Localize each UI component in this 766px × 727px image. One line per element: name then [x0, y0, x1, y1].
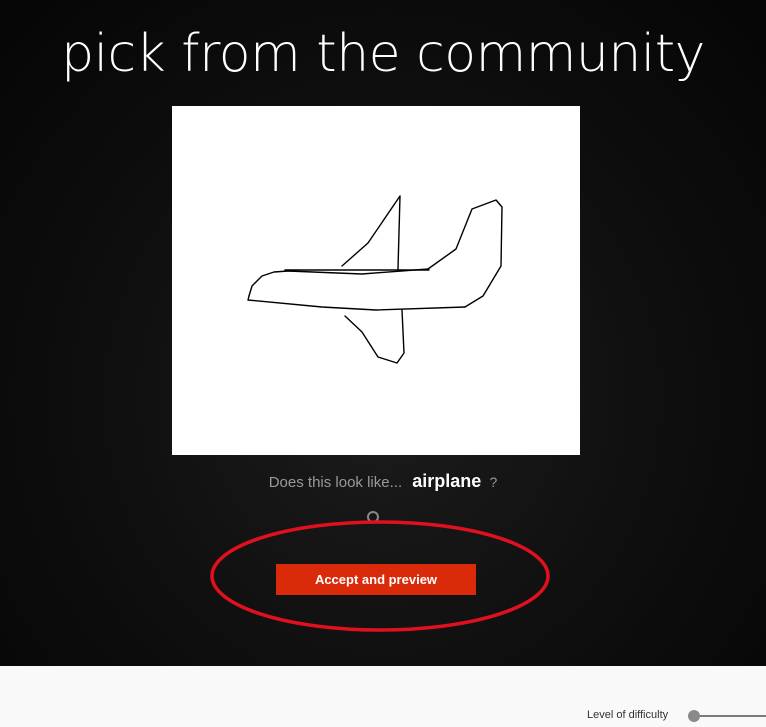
- app-window: pick from the community Does this look l…: [0, 0, 766, 727]
- difficulty-slider-thumb[interactable]: [688, 710, 700, 722]
- stage-panel: pick from the community Does this look l…: [0, 0, 766, 666]
- difficulty-label: Level of difficulty: [587, 709, 669, 721]
- accept-and-preview-button[interactable]: Accept and preview: [276, 564, 476, 595]
- difficulty-slider-track[interactable]: [694, 715, 766, 717]
